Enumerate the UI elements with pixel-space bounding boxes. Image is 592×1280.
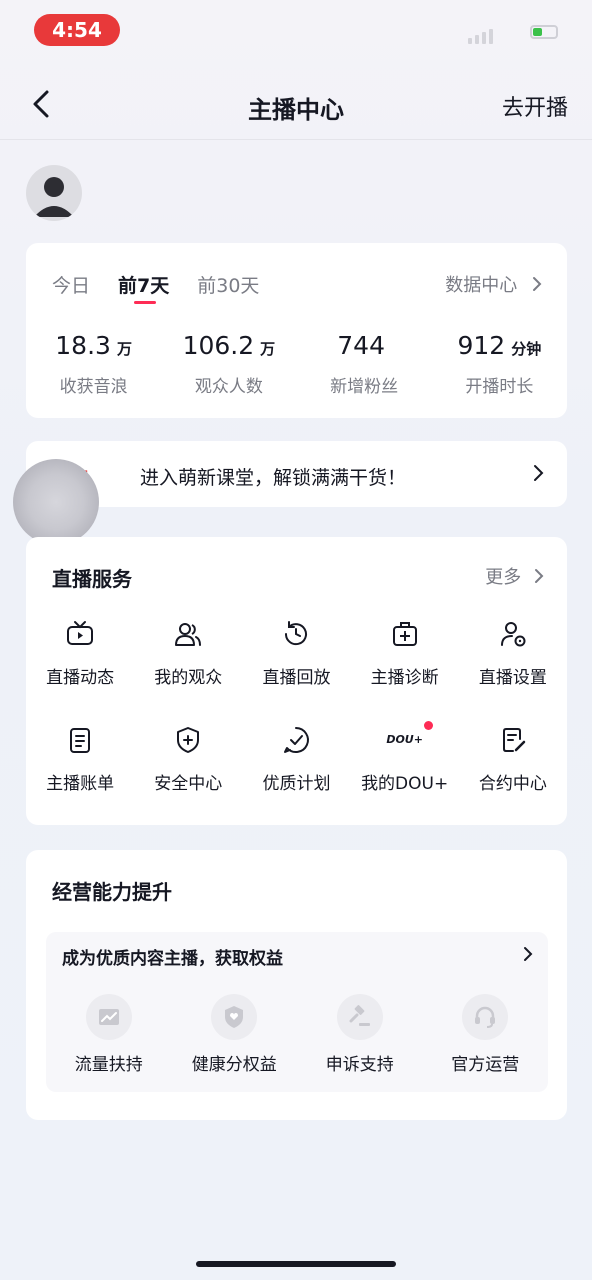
health-shield-icon-wrap [211, 994, 258, 1040]
gavel-icon [349, 1005, 370, 1026]
tab-30-days[interactable]: 前30天 [197, 271, 259, 298]
banner-text: 进入萌新课堂，解锁满满干货！ [140, 467, 407, 489]
service-label: 合约中心 [478, 774, 547, 794]
service-label: 直播设置 [478, 668, 547, 688]
stat-earnings[interactable]: 18.3 万 收获音浪 [26, 331, 161, 397]
user-settings-icon [500, 622, 526, 647]
service-label: 优质计划 [262, 774, 331, 794]
avatar[interactable] [26, 165, 82, 221]
health-shield-icon [225, 1006, 244, 1028]
stat-live-duration[interactable]: 912 分钟 开播时长 [432, 331, 567, 397]
status-bar: 4:54 [0, 0, 592, 62]
data-center-link[interactable]: 数据中心 [445, 271, 543, 297]
tab-today[interactable]: 今日 [52, 271, 90, 298]
home-indicator[interactable] [196, 1261, 396, 1267]
business-item-label: 流量扶持 [74, 1055, 143, 1075]
audience-icon [175, 623, 202, 646]
stat-value: 106.2 [182, 331, 255, 360]
replay-icon [285, 621, 308, 646]
more-link[interactable]: 更多 [485, 563, 545, 589]
service-diagnosis[interactable]: 主播诊断 [351, 619, 459, 688]
service-live-updates[interactable]: 直播动态 [26, 619, 134, 688]
service-replay[interactable]: 直播回放 [242, 619, 350, 688]
chevron-right-icon [534, 465, 544, 481]
business-title: 经营能力提升 [52, 880, 172, 904]
data-center-label: 数据中心 [445, 275, 518, 296]
status-time: 4:54 [34, 14, 120, 46]
service-label: 主播账单 [46, 774, 115, 794]
stat-value: 744 [337, 331, 385, 360]
tab-7-days[interactable]: 前7天 [118, 271, 169, 304]
chevron-right-icon [533, 277, 542, 291]
chevron-right-icon [524, 947, 533, 961]
service-quality-plan[interactable]: 优质计划 [242, 725, 350, 794]
traffic-icon [98, 1009, 119, 1025]
service-live-settings[interactable]: 直播设置 [459, 619, 567, 688]
service-label: 我的观众 [154, 668, 223, 688]
dou-icon: DOU+ [386, 733, 423, 746]
business-item-label: 官方运营 [451, 1055, 520, 1075]
battery-icon [530, 25, 558, 39]
contract-icon [502, 728, 526, 752]
stat-label: 收获音浪 [59, 377, 128, 397]
range-tabs: 今日 前7天 前30天 [52, 271, 259, 304]
business-item-label: 申诉支持 [325, 1055, 394, 1075]
stat-value: 912 [457, 331, 506, 360]
gavel-icon-wrap [336, 994, 383, 1040]
services-row-1: 直播动态 我的观众 直播回放 主播诊断 直播设置 [26, 619, 567, 688]
service-security[interactable]: 安全中心 [134, 725, 242, 794]
business-item-label: 健康分权益 [191, 1055, 277, 1075]
live-services-card: 直播服务 更多 直播动态 我的观众 直播回放 主播诊断 直播设置 主播账单 安全… [26, 537, 567, 825]
business-ability-card: 经营能力提升 成为优质内容主播，获取权益 流量扶持 健康分权益 申诉支持 官方运… [26, 850, 567, 1120]
avatar-placeholder-icon [34, 177, 74, 217]
service-label: 我的DOU+ [361, 774, 449, 794]
business-item-health[interactable]: 健康分权益 [172, 994, 298, 1075]
bill-icon [70, 728, 91, 753]
go-live-button[interactable]: 去开播 [502, 90, 568, 122]
check-chat-icon [284, 727, 310, 753]
headset-icon-wrap [462, 994, 509, 1040]
service-label: 主播诊断 [370, 668, 439, 688]
service-dou-plus[interactable]: DOU+ 我的DOU+ [351, 721, 459, 794]
stat-label: 开播时长 [465, 377, 534, 397]
headset-icon [475, 1006, 496, 1028]
official-banner[interactable]: 官方 进入萌新课堂，解锁满满干货！ [26, 441, 567, 507]
stat-value: 18.3 [55, 331, 111, 360]
stat-label: 新增粉丝 [330, 377, 399, 397]
service-my-audience[interactable]: 我的观众 [134, 619, 242, 688]
nav-bar: 主播中心 去开播 [0, 70, 592, 140]
business-item-official-ops[interactable]: 官方运营 [423, 994, 549, 1075]
service-bill[interactable]: 主播账单 [26, 725, 134, 794]
more-label: 更多 [485, 567, 522, 588]
medkit-icon [392, 622, 417, 646]
stat-unit: 万 [260, 340, 276, 358]
stat-new-fans[interactable]: 744 新增粉丝 [297, 331, 432, 397]
stat-viewers[interactable]: 106.2 万 观众人数 [161, 331, 296, 397]
service-label: 直播回放 [262, 668, 331, 688]
service-label: 安全中心 [154, 774, 223, 794]
business-item-appeal[interactable]: 申诉支持 [297, 994, 423, 1075]
stats-row: 18.3 万 收获音浪 106.2 万 观众人数 744 新增粉丝 912 分钟 开播… [26, 331, 567, 397]
floating-assistive-button[interactable] [13, 459, 99, 545]
service-contract[interactable]: 合约中心 [459, 725, 567, 794]
notification-dot [423, 721, 433, 730]
stats-card: 今日 前7天 前30天 数据中心 18.3 万 收获音浪 106.2 万 观众人数 … [26, 243, 567, 418]
shield-icon [177, 727, 200, 753]
business-subtitle: 成为优质内容主播，获取权益 [62, 949, 283, 969]
traffic-icon-wrap [85, 994, 132, 1040]
business-benefits-panel[interactable]: 成为优质内容主播，获取权益 流量扶持 健康分权益 申诉支持 官方运营 [46, 932, 548, 1092]
services-row-2: 主播账单 安全中心 优质计划 DOU+ 我的DOU+ 合约中心 [26, 721, 567, 794]
stat-unit: 分钟 [511, 340, 542, 358]
stat-label: 观众人数 [194, 377, 263, 397]
tv-icon [67, 621, 94, 645]
signal-icon [468, 29, 493, 44]
stat-unit: 万 [116, 340, 132, 358]
chevron-right-icon [535, 569, 544, 583]
business-items: 流量扶持 健康分权益 申诉支持 官方运营 [46, 994, 548, 1075]
services-title: 直播服务 [52, 567, 132, 591]
service-label: 直播动态 [46, 668, 115, 688]
business-item-traffic[interactable]: 流量扶持 [46, 994, 172, 1075]
